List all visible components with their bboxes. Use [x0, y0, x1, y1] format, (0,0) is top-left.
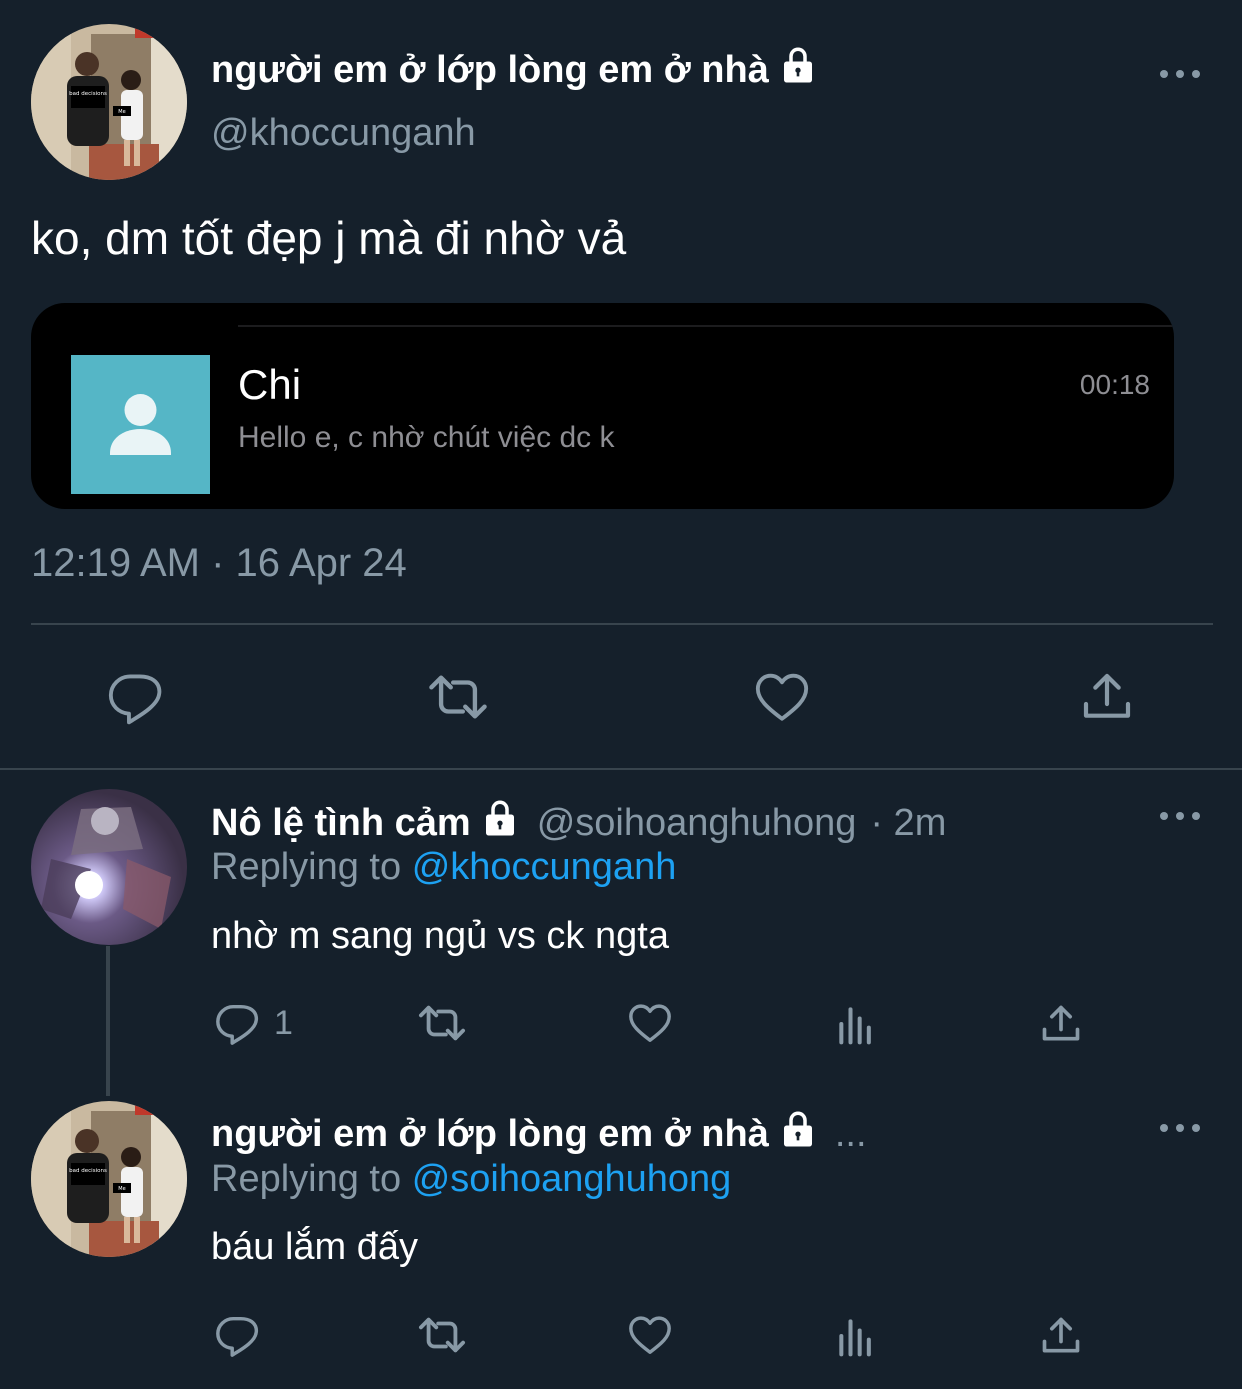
reply-icon [108, 674, 162, 725]
share-button[interactable] [1039, 1314, 1083, 1358]
analytics-button[interactable] [834, 1002, 878, 1046]
share-button[interactable] [1079, 668, 1135, 726]
retweet-button[interactable] [414, 1000, 470, 1046]
replying-to: Replying to @khoccunganh [211, 846, 676, 889]
reply-text: nhờ m sang ngủ vs ck ngta [211, 915, 669, 957]
divider [0, 768, 1242, 770]
more-options-icon[interactable] [1160, 1118, 1200, 1138]
retweet-button[interactable] [414, 1312, 470, 1358]
avatar-label-me: Me [118, 109, 125, 115]
lock-icon [777, 44, 819, 96]
like-button[interactable] [626, 1000, 674, 1046]
reply-author-name[interactable]: người em ở lớp lòng em ở nhà ... [211, 1108, 867, 1160]
author-name[interactable]: người em ở lớp lòng em ở nhà [211, 44, 819, 96]
contact-avatar [71, 355, 210, 494]
truncated-handle: ... [834, 1112, 867, 1155]
avatar-label-bad: bad decisions [69, 91, 107, 97]
reply-author-name[interactable]: Nô lệ tình cảm @soihoanghuhong · 2m [211, 797, 946, 849]
message-time: 00:18 [1079, 369, 1150, 400]
retweet-icon [429, 675, 487, 719]
reply-icon [216, 1004, 259, 1045]
reply-button[interactable] [214, 1312, 260, 1358]
reply-author-avatar[interactable] [31, 789, 187, 945]
reply-count: 1 [274, 1003, 293, 1042]
reply-author-handle[interactable]: @soihoanghuhong [537, 802, 857, 845]
tweet-timestamp[interactable]: 12:19 AM · 16 Apr 24 [31, 541, 407, 586]
tweet-text: ko, dm tốt đẹp j mà đi nhờ vả [31, 212, 627, 264]
contact-name: Chi [238, 361, 302, 408]
share-button[interactable] [1039, 1002, 1083, 1046]
replying-prefix: Replying to [211, 846, 402, 888]
contact-message: Hello e, c nhờ chút việc dc k [238, 421, 615, 454]
replying-to: Replying to @soihoanghuhong [211, 1158, 731, 1201]
tweet-thread-page: bad decisions Me người em ở lớp lòng em … [0, 0, 1242, 1389]
author-avatar[interactable]: bad decisions Me [31, 24, 187, 180]
more-options-icon[interactable] [1160, 806, 1200, 826]
reply-author-name-text: Nô lệ tình cảm [211, 801, 471, 844]
like-button[interactable] [626, 1312, 674, 1358]
retweet-button[interactable] [424, 668, 492, 726]
avatar-photo-icon [31, 789, 187, 945]
mention-link[interactable]: @soihoanghuhong [412, 1158, 732, 1200]
reply-text: báu lắm đấy [211, 1226, 419, 1268]
reply-button[interactable]: 1 [214, 1000, 293, 1046]
analytics-icon [839, 1007, 871, 1045]
avatar-photo-icon: bad decisions Me [31, 24, 187, 180]
reply-button[interactable] [106, 668, 164, 726]
replying-prefix: Replying to [211, 1158, 402, 1200]
like-icon [629, 1316, 671, 1354]
like-icon [755, 673, 809, 721]
avatar-photo-icon: bad decisions Me [31, 1101, 187, 1257]
card-divider [238, 325, 1174, 327]
share-icon [1083, 673, 1131, 718]
like-button[interactable] [752, 668, 812, 726]
mention-link[interactable]: @khoccunganh [412, 846, 677, 888]
avatar-label-bad: bad decisions [69, 1168, 107, 1174]
reply-time[interactable]: · 2m [870, 802, 946, 845]
author-handle[interactable]: @khoccunganh [211, 112, 476, 155]
like-icon [629, 1004, 671, 1042]
more-options-icon[interactable] [1160, 64, 1200, 84]
divider [31, 623, 1213, 625]
analytics-button[interactable] [834, 1314, 878, 1358]
screenshot-attachment[interactable]: Chi Hello e, c nhờ chút việc dc k 00:18 [31, 303, 1174, 509]
author-name-text: người em ở lớp lòng em ở nhà [211, 48, 769, 91]
lock-icon [777, 1108, 819, 1160]
avatar-label-me: Me [118, 1186, 125, 1192]
retweet-icon [419, 1317, 466, 1353]
share-icon [1042, 1005, 1080, 1041]
thread-connector [106, 946, 110, 1096]
analytics-icon [839, 1319, 871, 1357]
person-icon [110, 394, 171, 455]
reply-author-avatar[interactable]: bad decisions Me [31, 1101, 187, 1257]
lock-icon [479, 797, 521, 849]
reply-author-name-text: người em ở lớp lòng em ở nhà [211, 1112, 769, 1155]
retweet-icon [419, 1005, 466, 1041]
share-icon [1042, 1317, 1080, 1353]
reply-icon [216, 1316, 259, 1357]
